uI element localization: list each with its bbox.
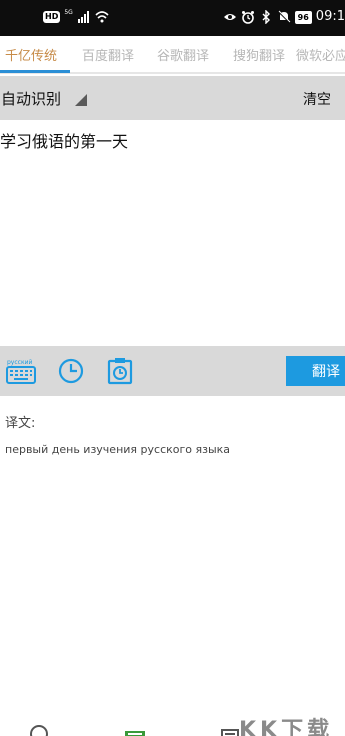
- source-text-input[interactable]: 学习俄语的第一天: [0, 120, 345, 346]
- dropdown-caret-icon[interactable]: [75, 94, 87, 106]
- watermark-logo: KK下载: [235, 710, 345, 736]
- history-button[interactable]: [56, 356, 86, 386]
- battery-level: 96: [294, 10, 312, 24]
- tab-qianyi[interactable]: 千亿传统: [5, 45, 57, 64]
- result-text: первый день изучения русского языка: [5, 443, 231, 456]
- alarm-icon: [241, 11, 254, 24]
- keyboard-language-label: русский: [7, 359, 32, 366]
- keyboard-button[interactable]: русский: [6, 356, 36, 386]
- favorites-button[interactable]: [105, 356, 135, 386]
- clipboard-clock-icon: [107, 358, 133, 385]
- source-text: 学习俄语的第一天: [0, 132, 129, 151]
- search-icon[interactable]: [29, 724, 49, 736]
- wifi-icon: [95, 11, 109, 23]
- tab-sogou[interactable]: 搜狗翻译: [233, 45, 285, 64]
- status-time: 09:1: [315, 9, 345, 24]
- active-tab-indicator: [0, 70, 70, 73]
- eye-icon: [223, 14, 236, 20]
- engine-tab-bar: 千亿传统 百度翻译 谷歌翻译 搜狗翻译 微软必应: [0, 36, 345, 74]
- keyboard-icon: русский: [6, 359, 36, 384]
- network-type-label: 5G: [64, 9, 73, 16]
- status-right: 96 09:1: [223, 10, 345, 24]
- watermark-text: KK下载: [239, 718, 334, 736]
- signal-icon: [77, 11, 89, 23]
- result-label: 译文:: [5, 416, 36, 431]
- source-language-selector[interactable]: 自动识别: [1, 88, 61, 109]
- clear-button[interactable]: 清空: [303, 89, 331, 109]
- language-bar: 自动识别 清空: [0, 76, 345, 120]
- hd-badge: HD: [43, 11, 61, 23]
- clock-history-icon: [58, 358, 84, 384]
- tab-baidu[interactable]: 百度翻译: [82, 45, 134, 64]
- mute-bell-icon: [277, 10, 291, 24]
- status-left: HD 5G: [43, 10, 109, 24]
- tab-google[interactable]: 谷歌翻译: [157, 45, 209, 64]
- status-bar: HD 5G 96 09:1: [0, 0, 345, 36]
- bluetooth-icon: [262, 10, 270, 24]
- translate-button[interactable]: 翻译: [286, 356, 345, 386]
- action-bar: русский 翻译: [0, 346, 345, 396]
- tab-microsoft-bing[interactable]: 微软必应: [296, 45, 345, 64]
- translate-tab-icon[interactable]: [124, 724, 146, 736]
